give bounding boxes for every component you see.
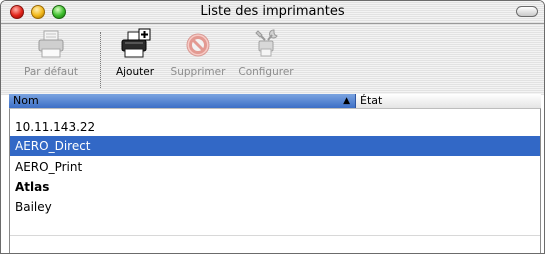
printer-row[interactable]: Bailey xyxy=(10,197,540,217)
configure-button-label: Configurer xyxy=(238,66,294,78)
add-button-label: Ajouter xyxy=(115,66,155,78)
printer-name: Atlas xyxy=(15,180,50,194)
column-header-status-label: État xyxy=(360,94,383,107)
delete-icon xyxy=(182,28,214,60)
default-printer-button[interactable]: Par défaut xyxy=(15,28,87,78)
window-chrome: Liste des imprimantes Par défaut Ajouter… xyxy=(1,1,544,95)
printer-name: AERO_Direct xyxy=(15,139,91,153)
toolbar: Par défaut Ajouter Supprimer Configurer xyxy=(1,24,544,94)
printer-row-selected[interactable]: AERO_Direct xyxy=(10,136,540,156)
printer-default-icon xyxy=(35,28,67,60)
toolbar-toggle-button[interactable] xyxy=(516,6,538,17)
delete-printer-button[interactable]: Supprimer xyxy=(167,28,229,78)
default-button-label: Par défaut xyxy=(24,66,78,78)
printer-name: 10.11.143.22 xyxy=(15,120,96,134)
toolbar-separator xyxy=(100,32,101,88)
title-bar[interactable]: Liste des imprimantes xyxy=(1,1,544,24)
list-column-header: Nom ▲ État xyxy=(9,94,541,108)
printer-row[interactable]: Atlas xyxy=(10,177,540,197)
list-bottom-divider xyxy=(10,235,540,236)
column-header-name-label: Nom xyxy=(13,94,39,107)
printer-row[interactable]: 10.11.143.22 xyxy=(10,117,540,137)
printer-list-window: Liste des imprimantes Par défaut Ajouter… xyxy=(0,0,545,254)
window-title: Liste des imprimantes xyxy=(200,4,345,19)
printer-name: AERO_Print xyxy=(15,160,83,174)
delete-button-label: Supprimer xyxy=(170,66,226,78)
printer-row[interactable]: AERO_Print xyxy=(10,157,540,177)
column-header-name[interactable]: Nom ▲ xyxy=(9,94,356,108)
sort-ascending-icon: ▲ xyxy=(343,96,350,106)
column-header-status[interactable]: État xyxy=(356,94,541,108)
printer-add-icon xyxy=(119,28,151,60)
configure-printer-button[interactable]: Configurer xyxy=(233,28,299,78)
printer-list[interactable]: 10.11.143.22 AERO_Direct AERO_Print Atla… xyxy=(9,108,541,253)
printer-name: Bailey xyxy=(15,200,52,214)
configure-tools-icon xyxy=(250,28,282,60)
add-printer-button[interactable]: Ajouter xyxy=(107,28,163,78)
